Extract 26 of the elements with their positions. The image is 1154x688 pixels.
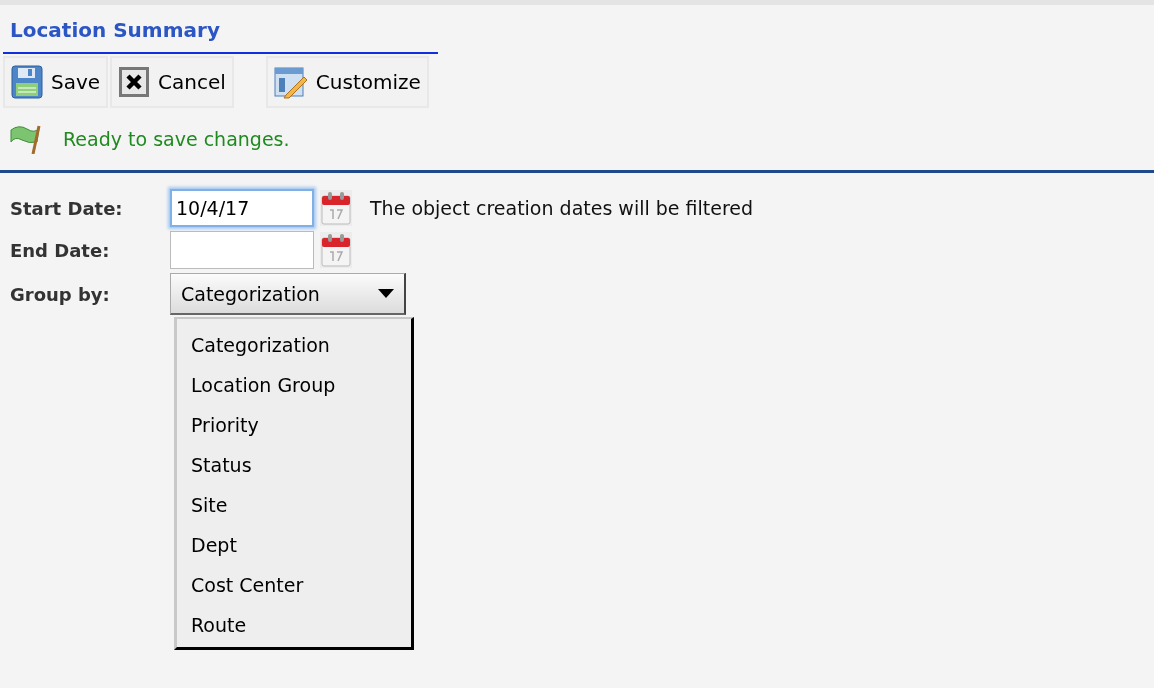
menu-option[interactable]: Site xyxy=(177,485,411,525)
close-icon xyxy=(118,66,151,98)
flag-icon xyxy=(9,124,43,154)
menu-option[interactable]: Priority xyxy=(177,405,411,445)
field-label: End Date: xyxy=(10,239,111,261)
calendar-icon[interactable] xyxy=(320,232,352,268)
menu-option[interactable]: Cost Center xyxy=(177,565,411,605)
form-pencil-icon xyxy=(273,65,308,99)
field-label: Start Date: xyxy=(10,197,124,219)
menu-option[interactable]: Route xyxy=(177,605,411,645)
caret-icon xyxy=(378,289,394,298)
group-by-dropdown[interactable]: Categorization xyxy=(170,273,406,315)
cancel-button[interactable]: Cancel xyxy=(110,56,234,108)
menu-option[interactable]: Location Group xyxy=(177,365,411,405)
save-button[interactable]: Save xyxy=(3,56,109,108)
menu-option[interactable]: Status xyxy=(177,445,411,485)
menu-option[interactable]: Categorization xyxy=(177,325,411,365)
date-field[interactable]: 10/4/17 xyxy=(170,189,314,227)
calendar-icon[interactable] xyxy=(320,190,352,226)
status-message: Ready to save changes. xyxy=(63,128,290,150)
field-label: Group by: xyxy=(10,283,111,305)
date-field[interactable] xyxy=(170,231,314,269)
page-title: Location Summary xyxy=(3,5,438,54)
menu-option[interactable]: Dept xyxy=(177,525,411,565)
hint-text: The object creation dates will be filtered xyxy=(370,197,754,219)
customize-button[interactable]: Customize xyxy=(265,56,429,108)
